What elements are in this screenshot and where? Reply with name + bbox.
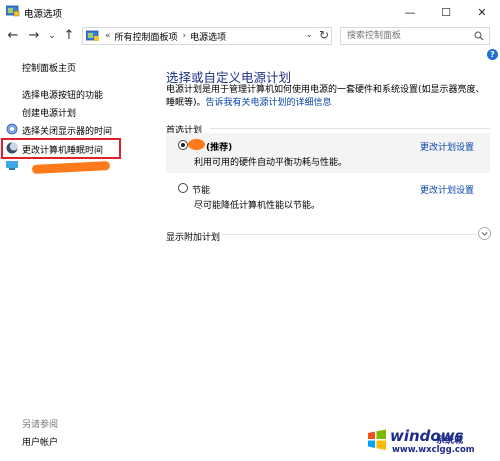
up-button[interactable]: ↑ [61, 28, 77, 44]
breadcrumb-all-items[interactable]: 所有控制面板项 [115, 30, 178, 43]
divider [222, 234, 477, 235]
maximize-button[interactable]: ☐ [428, 0, 464, 24]
back-button[interactable]: ← [5, 28, 21, 44]
site-watermark: windows 系统城 www.wxclgg.com [366, 427, 498, 457]
balanced-plan-radio[interactable] [178, 140, 188, 150]
refresh-icon[interactable]: ↻ [319, 28, 329, 42]
power-saver-plan-description: 尽可能降低计算机性能以节能。 [194, 201, 321, 211]
sidebar-item-display-off-time[interactable]: 选择关闭显示器的时间 [22, 124, 112, 137]
control-panel-icon [86, 30, 99, 41]
power-options-icon [6, 5, 20, 17]
power-saver-plan-name: 节能 [192, 186, 211, 196]
search-input[interactable] [341, 28, 466, 44]
breadcrumb-power-options[interactable]: 电源选项 [190, 30, 226, 43]
sidebar-item-control-panel-home[interactable]: 控制面板主页 [22, 61, 76, 74]
divider [210, 128, 490, 129]
display-icon [6, 123, 18, 135]
breadcrumb-overflow[interactable]: « [105, 31, 111, 41]
highlight-annotation [1, 138, 121, 159]
balanced-change-settings-link[interactable]: 更改计划设置 [420, 140, 474, 153]
power-plan-info-link[interactable]: 告诉我有关电源计划的详细信息 [206, 98, 332, 108]
window-title: 电源选项 [24, 9, 63, 20]
sidebar-item-create-plan[interactable]: 创建电源计划 [22, 106, 76, 119]
user-accounts-link[interactable]: 用户帐户 [22, 435, 58, 448]
redaction-mark [188, 139, 205, 150]
balanced-plan-name: (推荐) [206, 143, 233, 153]
windows-logo-icon [368, 429, 386, 450]
minimize-button[interactable]: — [392, 0, 428, 24]
redaction-mark [31, 160, 111, 175]
navigation-bar: ← → ⌄ ↑ « 所有控制面板项 › 电源选项 ⌄ ↻ [0, 24, 500, 48]
help-icon[interactable]: ? [487, 49, 498, 60]
watermark-url: www.wxclgg.com [392, 445, 475, 455]
title-bar: 电源选项 — ☐ ✕ [0, 0, 500, 24]
breadcrumb-separator-icon[interactable]: › [183, 31, 187, 41]
sidebar-item-power-buttons[interactable]: 选择电源按钮的功能 [22, 88, 103, 101]
chevron-down-icon[interactable] [478, 227, 491, 240]
search-box[interactable] [340, 27, 490, 45]
close-button[interactable]: ✕ [464, 0, 500, 24]
recent-locations-button[interactable]: ⌄ [44, 28, 60, 44]
forward-button[interactable]: → [26, 28, 42, 44]
address-bar[interactable]: « 所有控制面板项 › 电源选项 ⌄ ↻ [82, 27, 332, 45]
show-additional-plans-label[interactable]: 显示附加计划 [166, 230, 220, 243]
balanced-plan-description: 利用可用的硬件自动平衡功耗与性能。 [194, 158, 348, 168]
search-icon[interactable] [474, 31, 484, 41]
see-also-label: 另请参阅 [22, 420, 59, 430]
power-saver-radio[interactable] [178, 183, 188, 193]
computer-icon [6, 161, 18, 170]
address-dropdown-icon[interactable]: ⌄ [305, 30, 313, 40]
power-saver-change-settings-link[interactable]: 更改计划设置 [420, 183, 474, 196]
page-description: 电源计划是用于管理计算机如何使用电源的一套硬件和系统设置(如显示器亮度、睡眠等)… [166, 84, 486, 110]
